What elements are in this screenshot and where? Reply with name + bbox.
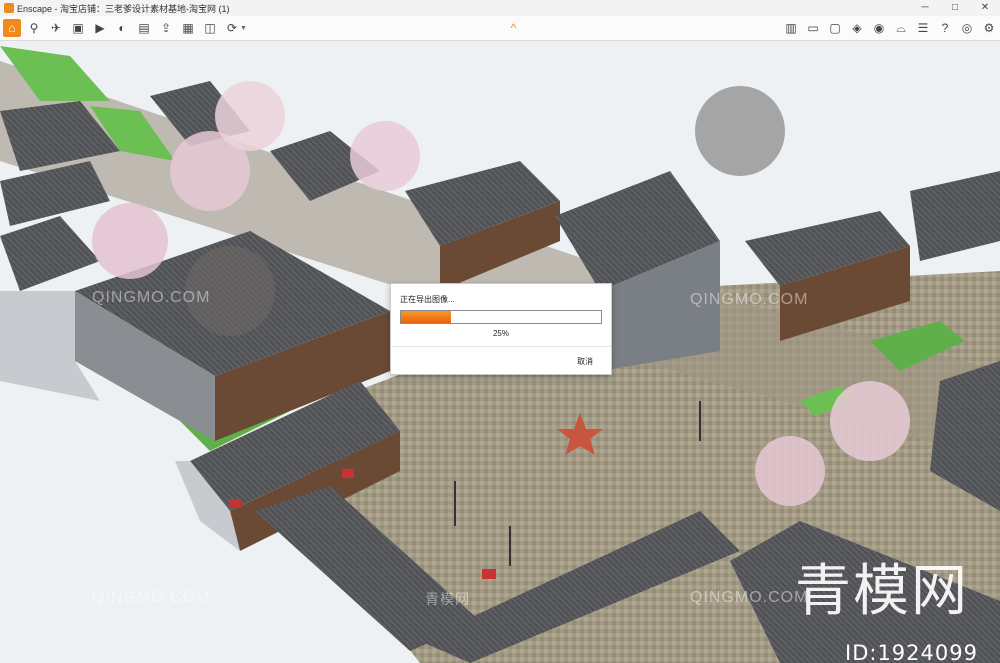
progress-bar bbox=[400, 310, 602, 324]
chevron-down-icon[interactable]: ▼ bbox=[240, 25, 247, 32]
help-icon[interactable]: ? bbox=[936, 19, 954, 37]
views-icon[interactable]: ◫ bbox=[201, 19, 219, 37]
export-icon[interactable]: ⇪ bbox=[157, 19, 175, 37]
watermark: QINGMO.COM bbox=[690, 291, 809, 308]
watermark: QINGMO.COM bbox=[690, 589, 809, 606]
watermark: QINGMO.COM bbox=[92, 289, 211, 306]
export-progress-dialog: 正在导出图像... 25% 取消 bbox=[390, 283, 612, 375]
panorama-icon[interactable]: ◐ bbox=[113, 19, 131, 37]
walk-icon[interactable]: ⚲ bbox=[25, 19, 43, 37]
window-title: Enscape - 淘宝店铺：三老爹设计素材基地-淘宝网 (1) bbox=[17, 3, 230, 14]
video-editor-icon[interactable]: ▭ bbox=[804, 19, 822, 37]
batch-render-icon[interactable]: ▤ bbox=[135, 19, 153, 37]
visibility-icon[interactable]: ◎ bbox=[958, 19, 976, 37]
progress-fill bbox=[401, 311, 451, 323]
close-button[interactable]: ✕ bbox=[970, 0, 1000, 16]
asset-library-icon[interactable]: ▦ bbox=[179, 19, 197, 37]
material-editor-icon[interactable]: ◉ bbox=[870, 19, 888, 37]
collapse-toolbar-icon[interactable]: ^ bbox=[511, 21, 517, 35]
gear-icon[interactable]: ⚙ bbox=[980, 19, 998, 37]
fly-icon[interactable]: ✈ bbox=[47, 19, 65, 37]
enscape-logo-icon bbox=[4, 3, 14, 13]
toolbar: ⌂ ⚲ ✈ ▣ ▶ ◐ ▤ ⇪ ▦ ◫ ⟳ ▼ ^ ▥ ▭ ▢ ◈ ◉ ⌓ ☰ … bbox=[0, 16, 1000, 41]
maximize-button[interactable]: □ bbox=[940, 0, 970, 16]
watermark: 青模网 bbox=[425, 591, 470, 607]
vr-icon[interactable]: ⌓ bbox=[892, 19, 910, 37]
divider bbox=[391, 346, 611, 347]
progress-percent: 25% bbox=[492, 329, 509, 338]
render-video-icon[interactable]: ▶ bbox=[91, 19, 109, 37]
cube-icon[interactable]: ◈ bbox=[848, 19, 866, 37]
sync-icon[interactable]: ⟳ bbox=[223, 19, 241, 37]
screenshot-icon[interactable]: ▣ bbox=[69, 19, 87, 37]
title-bar: Enscape - 淘宝店铺：三老爹设计素材基地-淘宝网 (1) ─ □ ✕ bbox=[0, 0, 1000, 17]
settings-icon[interactable]: ☰ bbox=[914, 19, 932, 37]
qingmo-watermark: 青模网 bbox=[795, 559, 969, 624]
watermark: QINGMO.COM bbox=[92, 589, 211, 606]
map-icon[interactable]: ▥ bbox=[782, 19, 800, 37]
id-label: ID:1924099 bbox=[845, 641, 978, 663]
home-icon[interactable]: ⌂ bbox=[3, 19, 21, 37]
screenshot-settings-icon[interactable]: ▢ bbox=[826, 19, 844, 37]
cancel-button[interactable]: 取消 bbox=[577, 356, 593, 367]
minimize-button[interactable]: ─ bbox=[910, 0, 940, 16]
dialog-title: 正在导出图像... bbox=[400, 295, 455, 304]
